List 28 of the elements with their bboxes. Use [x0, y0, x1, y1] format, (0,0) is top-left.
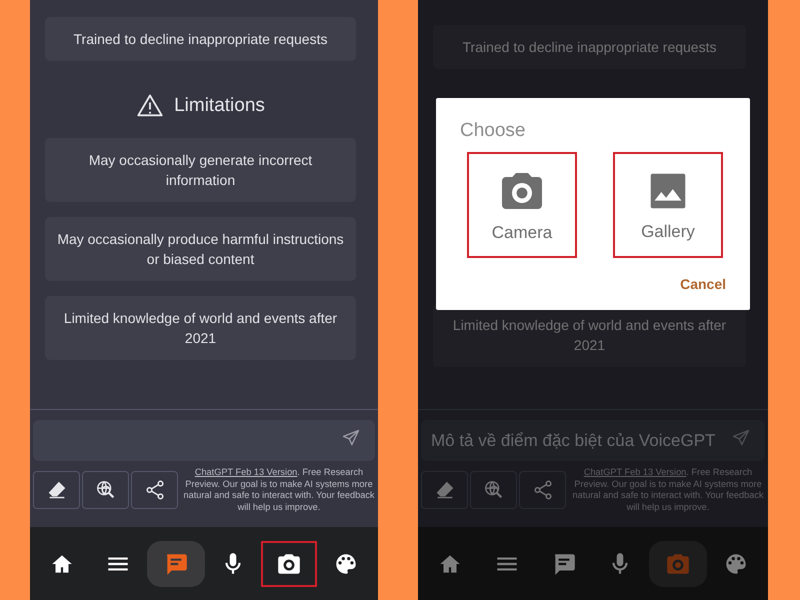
cancel-button[interactable]: Cancel [680, 276, 726, 292]
footer-note: ChatGPT Feb 13 Version. Free Research Preview. Our goal is to make AI systems more natural and safe to interact with. Your feedback will help us improve. [571, 467, 765, 513]
message-field[interactable]: Mô tả về điểm đặc biệt của VoiceGPT [421, 420, 765, 461]
send-icon [731, 428, 751, 448]
gallery-option[interactable]: Gallery [613, 152, 723, 258]
web-search-button[interactable] [82, 471, 129, 509]
share-icon [532, 479, 554, 501]
version-link[interactable]: ChatGPT Feb 13 Version [584, 467, 686, 477]
eraser-icon [434, 479, 456, 501]
camera-option[interactable]: Camera [467, 152, 577, 258]
info-card: Trained to decline inappropriate requests [45, 17, 356, 61]
clear-button[interactable] [33, 471, 80, 509]
footer-note: ChatGPT Feb 13 Version. Free Research Preview. Our goal is to make AI systems more natural and safe to interact with. Your feedback will help us improve. [182, 467, 376, 513]
send-icon [341, 428, 361, 448]
section-heading: Limitations [174, 95, 265, 117]
share-button[interactable] [131, 471, 178, 509]
eraser-icon [46, 479, 68, 501]
globe-search-icon [94, 479, 116, 501]
info-card: Limited knowledge of world and events after 2021 [45, 296, 356, 360]
dialog-title: Choose [460, 120, 526, 142]
info-card: May occasionally generate incorrect information [45, 138, 356, 202]
info-card: Trained to decline inappropriate requests [433, 25, 746, 69]
version-link[interactable]: ChatGPT Feb 13 Version [194, 467, 298, 477]
globe-search-icon [482, 479, 504, 501]
info-card: May occasionally produce harmful instructions or biased content [45, 217, 356, 281]
nav-tab[interactable] [261, 540, 318, 586]
share-icon [144, 479, 166, 501]
message-field[interactable] [33, 420, 375, 461]
